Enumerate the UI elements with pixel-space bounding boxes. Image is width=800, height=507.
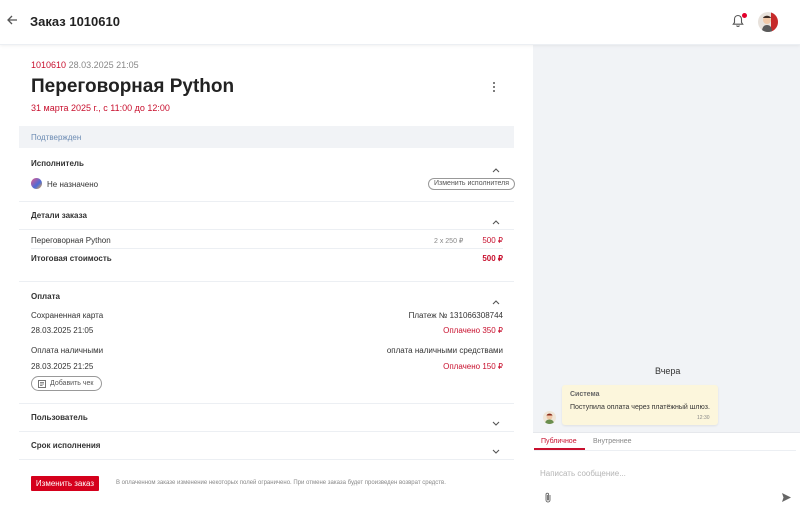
chevron-up-icon[interactable] <box>492 212 500 225</box>
change-executor-button[interactable]: Изменить исполнителя <box>428 178 515 190</box>
payment-1-status: Оплачено 350 ₽ <box>443 326 503 335</box>
payment-2-ref: оплата наличными средствами <box>386 346 503 355</box>
chevron-up-icon[interactable] <box>492 160 500 173</box>
section-executor-title: Исполнитель <box>31 159 84 168</box>
app-header: Заказ 1010610 <box>0 0 800 45</box>
payment-1-date: 28.03.2025 21:05 <box>31 326 94 335</box>
send-icon[interactable] <box>781 490 792 502</box>
divider <box>31 248 503 249</box>
section-user-title[interactable]: Пользователь <box>31 413 88 422</box>
payment-1-method: Сохраненная карта <box>31 311 104 320</box>
tab-bar-line <box>534 450 796 451</box>
divider <box>19 459 514 460</box>
assignee-avatar-icon <box>31 178 42 189</box>
chevron-up-icon[interactable] <box>492 292 500 305</box>
section-deadline-title[interactable]: Срок исполнения <box>31 441 100 450</box>
section-details-title: Детали заказа <box>31 211 87 220</box>
page-title: Заказ 1010610 <box>30 14 120 29</box>
payment-2-method: Оплата наличными <box>31 346 104 355</box>
item-qty: 2 x 250 ₽ <box>434 238 464 245</box>
payment-2-date: 28.03.2025 21:25 <box>31 362 94 371</box>
add-receipt-button[interactable]: Добавить чек <box>31 376 103 391</box>
divider <box>19 201 514 202</box>
order-created: 28.03.2025 21:05 <box>68 60 139 70</box>
more-vertical-icon[interactable] <box>491 82 497 94</box>
divider <box>19 229 514 230</box>
section-payment-title: Оплата <box>31 292 60 301</box>
order-meta: 1010610 28.03.2025 21:05 <box>31 60 139 70</box>
receipt-icon <box>38 380 46 388</box>
order-title: Переговорная Python <box>31 76 235 97</box>
chat-message-text: Поступила оплата через платёжный шлюз. <box>570 404 710 411</box>
total-value: 500 ₽ <box>482 254 503 263</box>
payment-1-ref: Платеж № 131066308744 <box>408 311 503 320</box>
tab-active-indicator <box>534 448 585 450</box>
chat-day-label: Вчера <box>655 366 681 376</box>
chat-sender-avatar <box>543 411 556 424</box>
user-avatar[interactable] <box>758 12 778 32</box>
order-schedule: 31 марта 2025 г., с 11:00 до 12:00 <box>31 103 170 113</box>
message-input[interactable] <box>540 467 780 479</box>
divider <box>19 431 514 432</box>
change-order-button[interactable]: Изменить заказ <box>31 476 99 491</box>
order-panel <box>0 45 533 507</box>
payment-2-status: Оплачено 150 ₽ <box>443 362 503 371</box>
arrow-left-icon[interactable] <box>6 14 20 28</box>
notification-dot <box>742 13 747 18</box>
paperclip-icon[interactable] <box>544 490 552 503</box>
footer-note: В оплаченном заказе изменение некоторых … <box>116 480 446 486</box>
order-number: 1010610 <box>31 60 67 70</box>
chat-message-author: Система <box>570 391 600 398</box>
chevron-down-icon[interactable] <box>492 414 500 426</box>
divider <box>19 281 514 282</box>
status-badge: Подтвержден <box>31 133 82 142</box>
chevron-down-icon[interactable] <box>492 442 500 454</box>
add-receipt-label: Добавить чек <box>50 380 94 387</box>
item-name: Переговорная Python <box>31 236 111 245</box>
divider <box>19 403 514 404</box>
tab-internal[interactable]: Внутреннее <box>593 438 632 445</box>
total-label: Итоговая стоимость <box>31 254 112 263</box>
tab-public[interactable]: Публичное <box>541 438 577 445</box>
chat-message-time: 12:30 <box>697 415 710 421</box>
item-price: 500 ₽ <box>482 236 503 245</box>
assignee-name: Не назначено <box>47 180 99 189</box>
status-bar <box>19 126 514 148</box>
